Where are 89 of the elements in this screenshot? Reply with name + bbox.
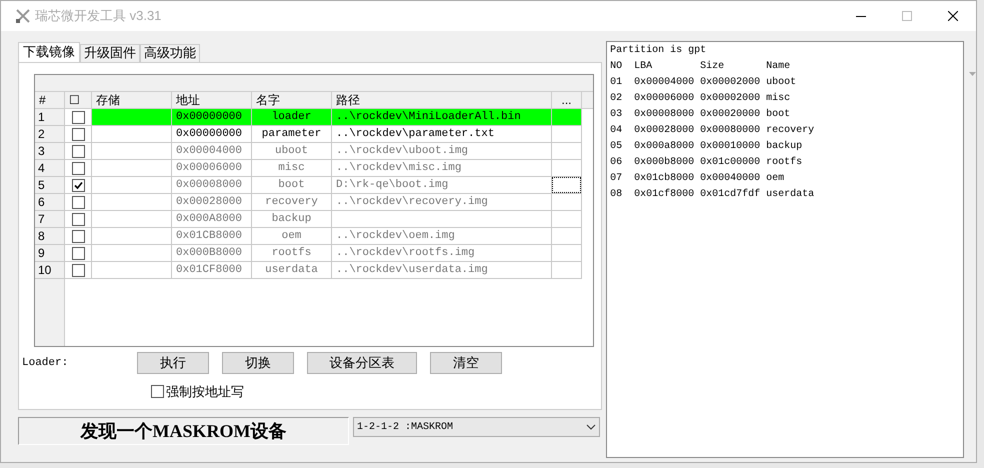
row-checkbox[interactable] (72, 178, 84, 192)
window-title: 瑞芯微开发工具 v3.31 (35, 7, 162, 26)
table-cell: 0x00000000 (172, 126, 252, 143)
table-cell: 0x00000000 (172, 109, 252, 126)
log-line: 01 0x00004000 0x00002000 uboot (610, 76, 798, 90)
force-write-checkbox[interactable] (151, 385, 164, 398)
action-button[interactable]: 执行 (137, 352, 209, 374)
focus-cell[interactable] (552, 177, 581, 193)
row-checkbox[interactable] (72, 230, 84, 242)
table-row[interactable]: 3 0x00004000 uboot ..\rockdev\uboot.img (35, 143, 594, 160)
chevron-down-icon (586, 424, 596, 430)
table-cell: 9 (35, 245, 65, 262)
table-cell: 0x00004000 (172, 143, 252, 160)
maximize-icon (902, 11, 912, 21)
table-cell: 4 (35, 160, 65, 177)
table-cell: ..\rockdev\uboot.img (332, 143, 552, 160)
table-cell: ..\rockdev\parameter.txt (332, 126, 552, 143)
table-cell: 10 (35, 262, 65, 279)
log-line: 05 0x000a8000 0x00010000 backup (610, 140, 804, 154)
device-dropdown[interactable]: 1-2-1-2 :MASKROM (353, 417, 600, 437)
table-cell: rootfs (252, 245, 332, 262)
table-cell: ..\rockdev\userdata.img (332, 262, 552, 279)
table-cell: userdata (252, 262, 332, 279)
action-button[interactable]: 设备分区表 (307, 352, 417, 374)
row-checkbox[interactable] (72, 144, 84, 158)
table-row[interactable]: 9 0x000B8000 rootfs ..\rockdev\rootfs.img (35, 245, 594, 262)
table-cell: 0x01CF8000 (172, 262, 252, 279)
table-cell: ..\rockdev\misc.img (332, 160, 552, 177)
row-checkbox[interactable] (72, 128, 84, 140)
table-cell: 0x00028000 (172, 194, 252, 211)
table-cell: 0x00008000 (172, 177, 252, 194)
log-line: 08 0x01cf8000 0x01cd7fdf userdata (610, 188, 816, 202)
table-cell: backup (252, 211, 332, 228)
table-cell: 0x000A8000 (172, 211, 252, 228)
row-checkbox[interactable] (72, 212, 84, 226)
row-checkbox[interactable] (72, 264, 84, 276)
tab[interactable]: 升级固件 (80, 44, 140, 62)
action-button[interactable]: 切换 (222, 352, 294, 374)
tab[interactable]: 高级功能 (140, 44, 200, 62)
table-cell: 0x00006000 (172, 160, 252, 177)
table-row[interactable]: 2 0x00000000 parameter ..\rockdev\parameter.txt (35, 126, 594, 143)
table-cell: 1 (35, 109, 65, 126)
table-cell: uboot (252, 143, 332, 160)
tools-icon (15, 8, 31, 24)
table-cell: oem (252, 228, 332, 245)
checkbox-label: 强制按地址写 (166, 383, 244, 401)
table-cell: ..\rockdev\MiniLoaderAll.bin (332, 109, 552, 126)
table-cell: D:\rk-qe\boot.img (332, 177, 552, 194)
table-cell: recovery (252, 194, 332, 211)
row-header-strip (35, 279, 65, 346)
row-checkbox[interactable] (72, 110, 84, 124)
action-button[interactable]: 清空 (430, 352, 502, 374)
log-line: 04 0x00028000 0x00080000 recovery (610, 124, 816, 138)
log-line: 06 0x000b8000 0x01c00000 rootfs (610, 156, 804, 170)
table-cell: loader (252, 109, 332, 126)
log-line: NO LBA Size Name (610, 60, 792, 74)
table-cell: ..\rockdev\rootfs.img (332, 245, 552, 262)
table-row[interactable]: 1 0x00000000 loader ..\rockdev\MiniLoaderAll.bin (35, 109, 594, 126)
log-line: 07 0x01cb8000 0x00040000 oem (610, 172, 786, 186)
table-cell: ..\rockdev\oem.img (332, 228, 552, 245)
table-row[interactable]: 5 0x00008000 boot D:\rk-qe\boot.img (35, 177, 594, 194)
log-line: Partition is gpt (610, 44, 708, 58)
table-row[interactable]: 4 0x00006000 misc ..\rockdev\misc.img (35, 160, 594, 177)
table-cell: boot (252, 177, 332, 194)
table-cell: 0x000B8000 (172, 245, 252, 262)
table-cell: 8 (35, 228, 65, 245)
row-checkbox[interactable] (72, 246, 84, 260)
tab[interactable]: 下载镜像 (18, 42, 80, 62)
table-cell: parameter (252, 126, 332, 143)
checkmark-icon (74, 180, 82, 190)
table-cell: 2 (35, 126, 65, 143)
loader-label: Loader: (22, 356, 70, 371)
status-box: 发现一个MASKROM设备 (18, 417, 349, 445)
table-cell: 7 (35, 211, 65, 228)
table-cell: 0x01CB8000 (172, 228, 252, 245)
table-cell: 5 (35, 177, 65, 194)
log-line: 03 0x00008000 0x00020000 boot (610, 108, 792, 122)
close-icon (948, 11, 958, 21)
log-line: 02 0x00006000 0x00002000 misc (610, 92, 792, 106)
table-cell: 3 (35, 143, 65, 160)
row-checkbox[interactable] (72, 196, 84, 208)
table-row[interactable]: 8 0x01CB8000 oem ..\rockdev\oem.img (35, 228, 594, 245)
table-cell: misc (252, 160, 332, 177)
table-row[interactable]: 7 0x000A8000 backup (35, 211, 594, 228)
row-checkbox[interactable] (72, 162, 84, 174)
table-row[interactable]: 10 0x01CF8000 userdata ..\rockdev\userdata.img (35, 262, 594, 279)
table-row[interactable]: 6 0x00028000 recovery ..\rockdev\recovery.img (35, 194, 594, 211)
table-cell: ..\rockdev\recovery.img (332, 194, 552, 211)
table-cell: 6 (35, 194, 65, 211)
